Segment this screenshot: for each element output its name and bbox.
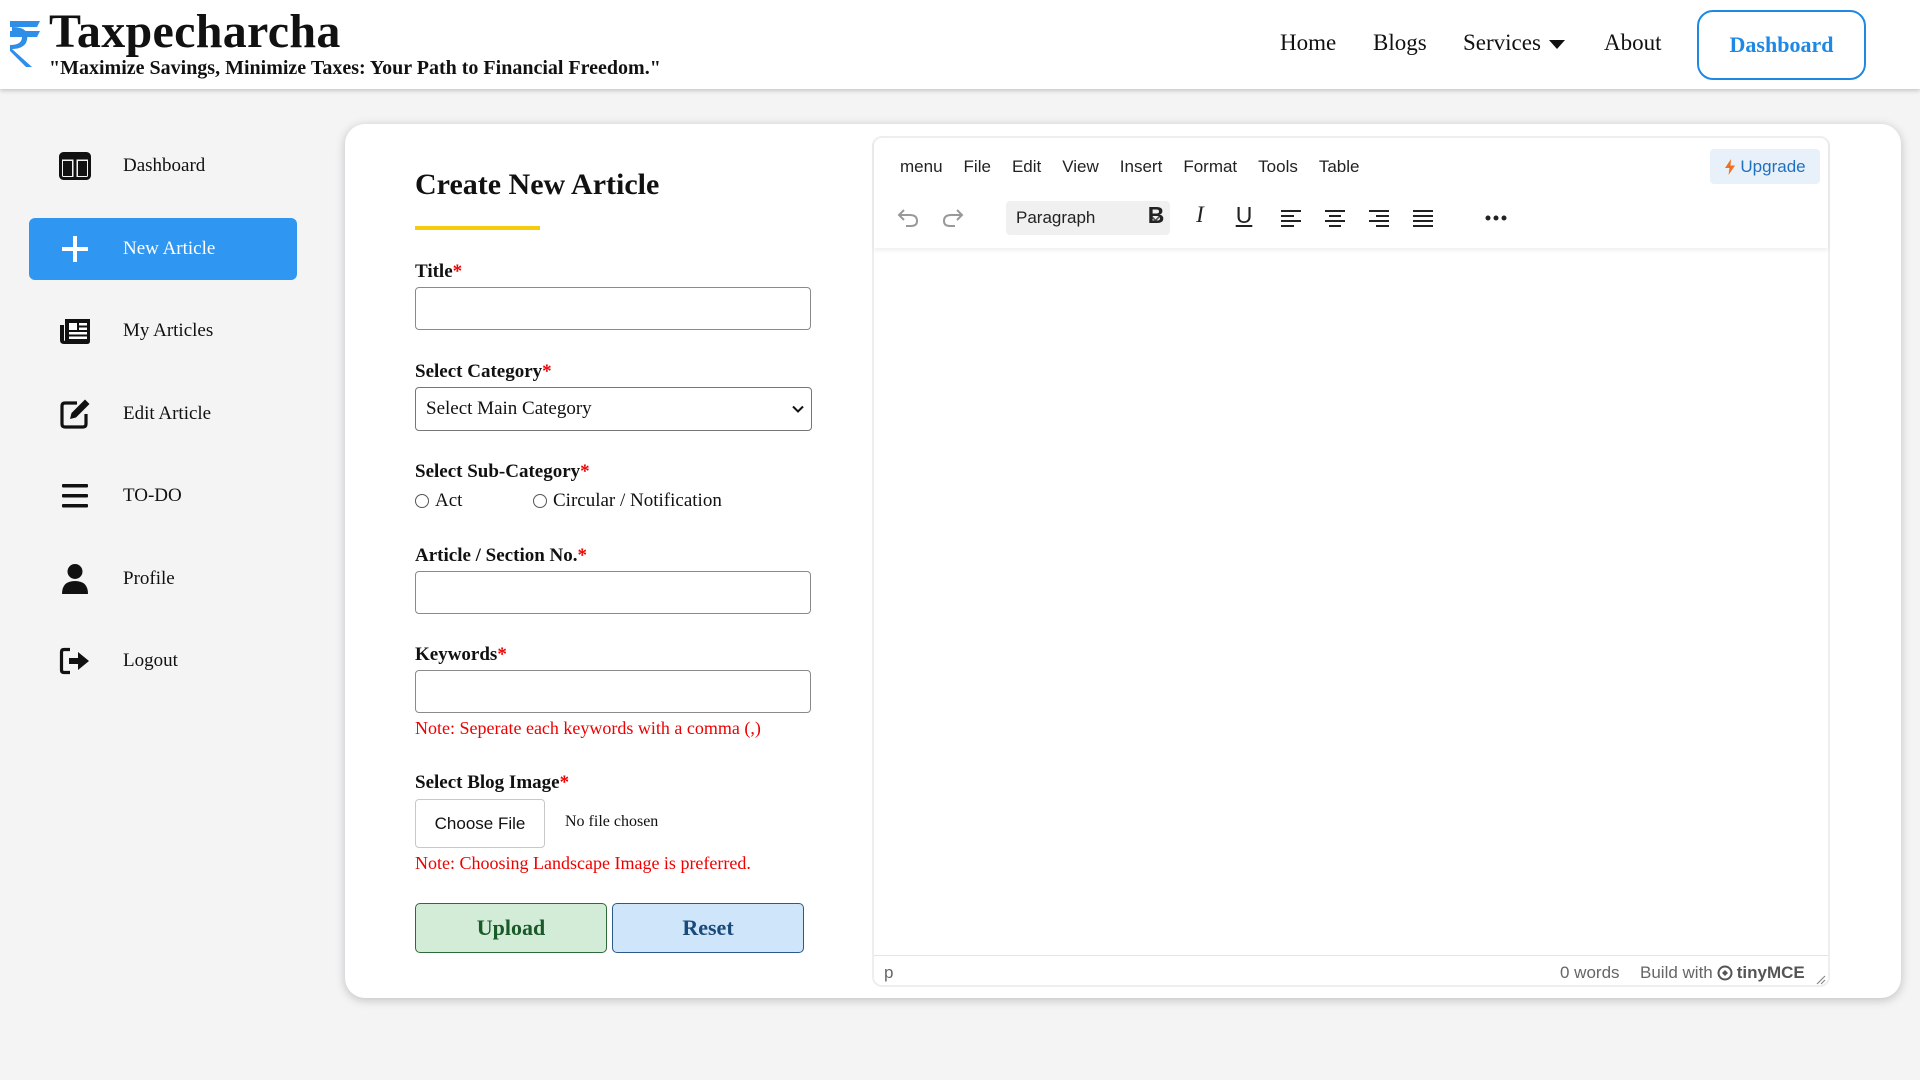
- page-title: Create New Article: [415, 168, 660, 201]
- nav-about-link[interactable]: About: [1604, 30, 1662, 56]
- sidebar-item-logout[interactable]: Logout: [29, 630, 297, 692]
- block-format-value: Paragraph: [1016, 208, 1096, 227]
- reset-button[interactable]: Reset: [612, 903, 804, 953]
- sidebar-item-label: Dashboard: [123, 155, 206, 176]
- blog-image-label: Select Blog Image*: [415, 772, 570, 793]
- dashboard-button[interactable]: Dashboard: [1697, 10, 1866, 80]
- choose-file-button[interactable]: Choose File: [415, 799, 545, 848]
- sidebar-item-label: Edit Article: [123, 403, 212, 424]
- tinymce-branding[interactable]: Build with tinyMCE: [1640, 963, 1805, 983]
- radio-label: Act: [435, 490, 463, 511]
- sidebar-item-label: My Articles: [123, 320, 214, 341]
- keywords-note: Note: Seperate each keywords with a comm…: [415, 718, 761, 738]
- brand-tagline: "Maximize Savings, Minimize Taxes: Your …: [49, 57, 661, 79]
- user-icon: [57, 561, 93, 597]
- tinymce-brand: tinyMCE: [1736, 963, 1805, 982]
- build-with-text: Build with: [1640, 963, 1713, 982]
- image-note: Note: Choosing Landscape Image is prefer…: [415, 853, 751, 873]
- menu-view[interactable]: View: [1062, 157, 1099, 177]
- section-number-label: Article / Section No.*: [415, 545, 588, 566]
- redo-icon[interactable]: [939, 204, 967, 232]
- editor-content-area[interactable]: [874, 250, 1828, 954]
- menu-edit[interactable]: Edit: [1012, 157, 1041, 177]
- keywords-label: Keywords*: [415, 644, 507, 665]
- category-select-value: Select Main Category: [426, 398, 592, 419]
- menu-table[interactable]: Table: [1319, 157, 1360, 177]
- sidebar-item-my-articles[interactable]: My Articles: [29, 300, 297, 362]
- align-right-icon[interactable]: [1365, 204, 1393, 232]
- align-left-icon[interactable]: [1277, 204, 1305, 232]
- italic-button[interactable]: I: [1186, 202, 1214, 228]
- sidebar-item-profile[interactable]: Profile: [29, 548, 297, 610]
- columns-icon: [57, 148, 93, 184]
- caret-down-icon: [1548, 40, 1565, 49]
- menu-tools[interactable]: Tools: [1258, 157, 1298, 177]
- sidebar-item-dashboard[interactable]: Dashboard: [29, 135, 297, 197]
- title-underline: [415, 226, 540, 230]
- sidebar-item-new-article[interactable]: New Article: [29, 218, 297, 280]
- nav-blogs-link[interactable]: Blogs: [1373, 30, 1427, 56]
- chevron-down-icon: [792, 405, 804, 413]
- radio-label: Circular / Notification: [553, 490, 722, 511]
- editor-toolbar-area: menu File Edit View Insert Format Tools …: [874, 138, 1828, 248]
- sidebar-item-edit-article[interactable]: Edit Article: [29, 383, 297, 445]
- lightning-icon: [1725, 158, 1736, 175]
- upload-button[interactable]: Upload: [415, 903, 607, 953]
- title-label: Title*: [415, 261, 463, 282]
- bold-button[interactable]: B: [1142, 202, 1170, 229]
- more-icon[interactable]: [1482, 204, 1510, 232]
- file-status-text: No file chosen: [565, 813, 659, 830]
- upgrade-button[interactable]: Upgrade: [1710, 149, 1820, 184]
- menu-insert[interactable]: Insert: [1120, 157, 1163, 177]
- subcategory-label: Select Sub-Category*: [415, 461, 590, 482]
- keywords-input[interactable]: [415, 670, 811, 713]
- rupee-icon[interactable]: [8, 17, 42, 69]
- menu-file[interactable]: File: [964, 157, 991, 177]
- title-input[interactable]: [415, 287, 811, 330]
- editor-menubar: menu File Edit View Insert Format Tools …: [900, 157, 1380, 177]
- sidebar-item-todo[interactable]: TO-DO: [29, 465, 297, 527]
- editor-statusbar: p 0 words Build with tinyMCE: [874, 955, 1828, 987]
- underline-button[interactable]: U: [1230, 202, 1258, 229]
- logout-icon: [57, 643, 93, 679]
- sidebar-item-label: Profile: [123, 568, 175, 589]
- brand-name[interactable]: Taxpecharcha: [49, 4, 341, 59]
- top-navbar: Taxpecharcha "Maximize Savings, Minimize…: [0, 0, 1920, 89]
- radio-button[interactable]: [415, 494, 429, 508]
- category-select[interactable]: Select Main Category: [415, 387, 812, 431]
- menu-toggle[interactable]: menu: [900, 157, 943, 177]
- list-icon: [57, 478, 93, 514]
- tinymce-logo-icon: [1717, 965, 1733, 981]
- word-count[interactable]: 0 words: [1560, 963, 1620, 983]
- sidebar-item-label: Logout: [123, 650, 178, 671]
- nav-services-dropdown[interactable]: Services: [1463, 30, 1565, 56]
- align-justify-icon[interactable]: [1409, 204, 1437, 232]
- align-center-icon[interactable]: [1321, 204, 1349, 232]
- element-path[interactable]: p: [884, 963, 893, 983]
- plus-icon: [57, 231, 93, 267]
- section-number-input[interactable]: [415, 571, 811, 614]
- edit-icon: [57, 396, 93, 432]
- nav-services-label: Services: [1463, 30, 1541, 55]
- subcategory-act-radio[interactable]: Act: [415, 490, 462, 512]
- category-label: Select Category*: [415, 361, 552, 382]
- nav-home-link[interactable]: Home: [1280, 30, 1336, 56]
- sidebar-item-label: New Article: [123, 238, 216, 259]
- radio-button[interactable]: [533, 494, 547, 508]
- sidebar-item-label: TO-DO: [123, 485, 182, 506]
- rich-text-editor: menu File Edit View Insert Format Tools …: [872, 136, 1830, 987]
- subcategory-circular-radio[interactable]: Circular / Notification: [533, 490, 722, 512]
- menu-format[interactable]: Format: [1183, 157, 1237, 177]
- newspaper-icon: [57, 313, 93, 349]
- upgrade-label: Upgrade: [1740, 156, 1806, 176]
- undo-icon[interactable]: [894, 204, 922, 232]
- resize-handle-icon[interactable]: [1814, 973, 1826, 985]
